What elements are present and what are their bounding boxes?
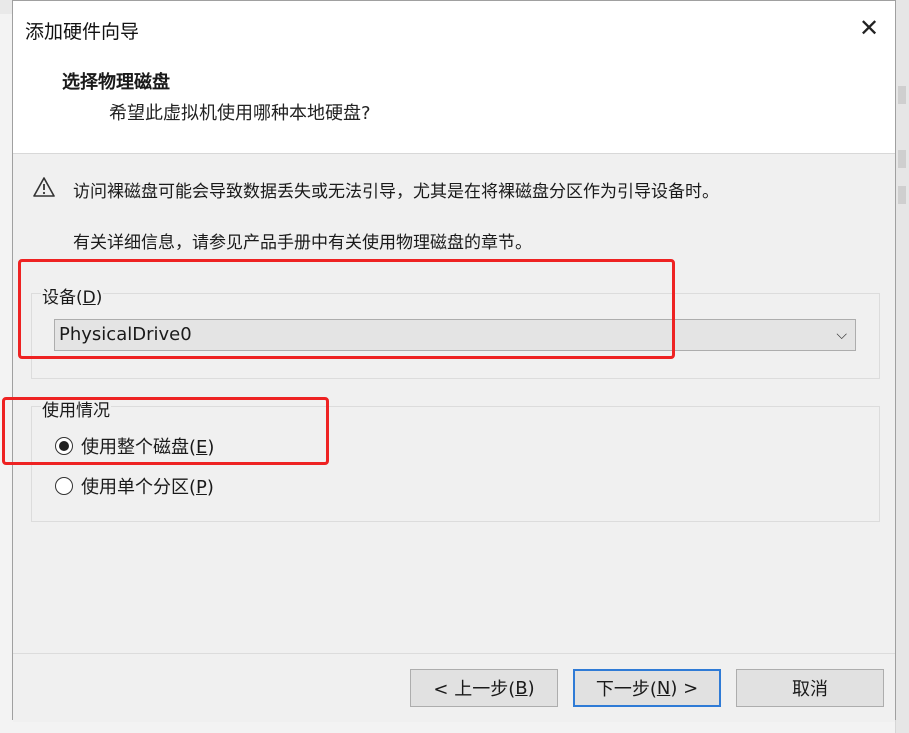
add-hardware-wizard-dialog: 添加硬件向导 ✕ 选择物理磁盘 希望此虚拟机使用哪种本地硬盘? 访问裸磁盘可能会…: [12, 0, 896, 722]
page-title: 选择物理磁盘: [62, 72, 170, 93]
back-button-key: B: [515, 677, 528, 699]
chevron-down-icon: ⌵: [836, 327, 847, 343]
next-button-key: N: [656, 677, 671, 699]
cancel-button[interactable]: 取消: [736, 669, 884, 707]
annotation-box-device: [18, 259, 675, 359]
use-single-partition-label-prefix: 使用单个分区(: [81, 477, 197, 498]
use-single-partition-label-suffix: ): [206, 477, 214, 498]
window-title: 添加硬件向导: [25, 21, 140, 43]
annotation-box-usage: [2, 397, 329, 465]
background-scroll-mark: [898, 186, 906, 204]
title-bar: 添加硬件向导 ✕: [13, 1, 895, 55]
warning-triangle-icon: [33, 177, 55, 197]
next-button[interactable]: 下一步(N) >: [573, 669, 721, 707]
background-scroll-mark: [898, 150, 906, 168]
background-scroll-mark: [898, 86, 906, 104]
wizard-header: 选择物理磁盘 希望此虚拟机使用哪种本地硬盘?: [13, 55, 895, 154]
use-single-partition-radio[interactable]: 使用单个分区(P): [55, 473, 214, 499]
use-single-partition-label: 使用单个分区(P): [81, 473, 214, 499]
back-button-prefix: < 上一步(: [433, 679, 516, 700]
radio-unselected-icon: [55, 477, 73, 495]
info-text: 有关详细信息，请参见产品手册中有关使用物理磁盘的章节。: [73, 233, 532, 253]
close-icon[interactable]: ✕: [843, 1, 895, 55]
warning-text: 访问裸磁盘可能会导致数据丢失或无法引导，尤其是在将裸磁盘分区作为引导设备时。: [73, 182, 719, 202]
use-single-partition-label-key: P: [196, 477, 207, 498]
next-button-suffix: ) >: [670, 677, 699, 699]
back-button-suffix: ): [527, 677, 535, 699]
background-scrollbar: [895, 0, 909, 733]
next-button-prefix: 下一步(: [595, 679, 657, 700]
back-button[interactable]: < 上一步(B): [410, 669, 558, 707]
page-subtitle: 希望此虚拟机使用哪种本地硬盘?: [109, 103, 371, 124]
